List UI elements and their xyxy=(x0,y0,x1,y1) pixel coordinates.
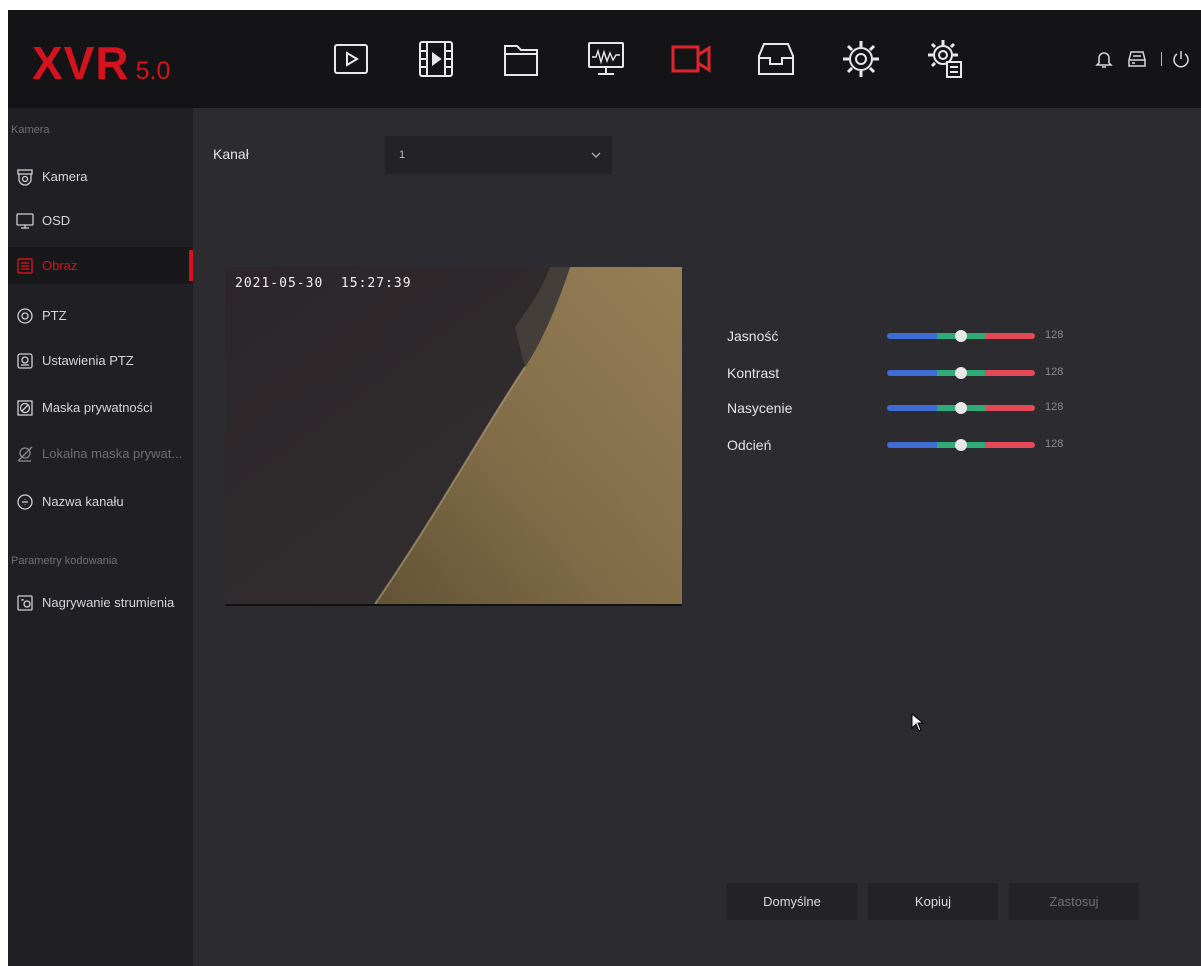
slider-value: 128 xyxy=(1045,329,1064,341)
slider-track-red xyxy=(985,370,1035,376)
slider-label: Kontrast xyxy=(727,365,780,381)
disk-icon[interactable] xyxy=(1126,48,1148,70)
slider-track-red xyxy=(985,333,1035,339)
sidebar-item-label: Lokalna maska prywat... xyxy=(42,446,183,461)
power-icon[interactable] xyxy=(1170,48,1192,70)
slider-row-hue: Odcień 128 xyxy=(727,435,1087,455)
channel-select-value: 1 xyxy=(399,149,406,161)
sidebar-item-label: Nagrywanie strumienia xyxy=(42,595,175,610)
slider-track-blue xyxy=(887,405,937,411)
slider-knob[interactable] xyxy=(955,439,968,451)
slider-row-contrast: Kontrast 128 xyxy=(727,363,1087,383)
slider-value: 128 xyxy=(1045,401,1064,413)
sidebar-item-label: Ustawienia PTZ xyxy=(42,353,134,368)
ptz-icon xyxy=(16,307,34,325)
sidebar-section-camera: Kamera xyxy=(11,124,50,136)
bell-icon[interactable] xyxy=(1093,48,1115,70)
copy-button[interactable]: Kopiuj xyxy=(868,883,998,920)
playback-icon[interactable] xyxy=(326,34,376,84)
chevron-down-icon xyxy=(591,152,601,158)
monitor-icon xyxy=(16,212,34,230)
sidebar-item-nagrywanie-strumienia[interactable]: Nagrywanie strumienia xyxy=(8,584,193,621)
video-clip-icon[interactable] xyxy=(411,34,461,84)
sidebar-item-label: PTZ xyxy=(42,308,67,323)
contrast-slider[interactable] xyxy=(887,367,1035,379)
sidebar-item-label: Kamera xyxy=(42,169,88,184)
slider-row-saturation: Nasycenie 128 xyxy=(727,398,1087,418)
system-settings-icon[interactable] xyxy=(921,34,971,84)
camera-icon[interactable] xyxy=(666,34,716,84)
slider-value: 128 xyxy=(1045,366,1064,378)
camera-dome-icon xyxy=(16,168,34,186)
channel-name-icon xyxy=(16,493,34,511)
storage-icon[interactable] xyxy=(751,34,801,84)
saturation-slider[interactable] xyxy=(887,402,1035,414)
slider-track-blue xyxy=(887,442,937,448)
sidebar-item-label: Obraz xyxy=(42,258,78,273)
sidebar-item-label: OSD xyxy=(42,213,71,228)
sidebar-item-nazwa-kanalu[interactable]: Nazwa kanału xyxy=(8,483,193,520)
sidebar-item-osd[interactable]: OSD xyxy=(8,202,193,239)
slider-track-red xyxy=(985,405,1035,411)
slider-knob[interactable] xyxy=(955,330,968,342)
active-indicator xyxy=(189,250,193,281)
preview-timestamp: 2021-05-30 15:27:39 xyxy=(235,276,412,291)
channel-label: Kanał xyxy=(213,146,249,162)
camera-preview: 2021-05-30 15:27:39 xyxy=(225,267,682,606)
ptz-settings-icon xyxy=(16,352,34,370)
slider-row-brightness: Jasność 128 xyxy=(727,326,1087,346)
local-mask-icon xyxy=(16,445,34,463)
sidebar-item-ptz[interactable]: PTZ xyxy=(8,297,193,334)
slider-label: Odcień xyxy=(727,437,772,453)
slider-label: Nasycenie xyxy=(727,400,793,416)
sidebar-item-ustawienia-ptz[interactable]: Ustawienia PTZ xyxy=(8,342,193,379)
folder-icon[interactable] xyxy=(496,34,546,84)
sidebar-item-kamera[interactable]: Kamera xyxy=(8,158,193,195)
brightness-slider[interactable] xyxy=(887,330,1035,342)
sidebar-item-maska-prywatnosci[interactable]: Maska prywatności xyxy=(8,389,193,426)
slider-label: Jasność xyxy=(727,328,779,344)
mouse-cursor-icon xyxy=(911,713,925,732)
sidebar: Kamera Kamera OSD Obraz PTZ Ustawienia P… xyxy=(8,108,193,966)
slider-knob[interactable] xyxy=(955,367,968,379)
stream-icon xyxy=(16,594,34,612)
image-icon xyxy=(16,257,34,275)
slider-value: 128 xyxy=(1045,438,1064,450)
top-bar: XVR 5.0 xyxy=(8,10,1201,108)
slider-knob[interactable] xyxy=(955,402,968,414)
settings-icon[interactable] xyxy=(836,34,886,84)
app-window: XVR 5.0 Kamera Kamera OSD Obraz PTZ Usta… xyxy=(8,10,1201,966)
monitor-icon[interactable] xyxy=(581,34,631,84)
default-button[interactable]: Domyślne xyxy=(727,883,857,920)
hue-slider[interactable] xyxy=(887,439,1035,451)
sidebar-item-lokalna-maska[interactable]: Lokalna maska prywat... xyxy=(8,435,193,472)
apply-button[interactable]: Zastosuj xyxy=(1009,883,1139,920)
privacy-mask-icon xyxy=(16,399,34,417)
slider-track-red xyxy=(985,442,1035,448)
logo: XVR 5.0 xyxy=(32,40,170,90)
slider-track-blue xyxy=(887,333,937,339)
sidebar-section-encoding: Parametry kodowania xyxy=(11,555,118,567)
sidebar-item-label: Maska prywatności xyxy=(42,400,153,415)
sidebar-item-label: Nazwa kanału xyxy=(42,494,124,509)
channel-select[interactable]: 1 xyxy=(385,136,612,174)
sidebar-item-obraz[interactable]: Obraz xyxy=(8,247,193,284)
logo-text: XVR xyxy=(32,37,130,89)
logo-version: 5.0 xyxy=(135,57,171,85)
slider-track-blue xyxy=(887,370,937,376)
toolbar-separator xyxy=(1161,52,1162,66)
camera-image xyxy=(225,267,682,604)
